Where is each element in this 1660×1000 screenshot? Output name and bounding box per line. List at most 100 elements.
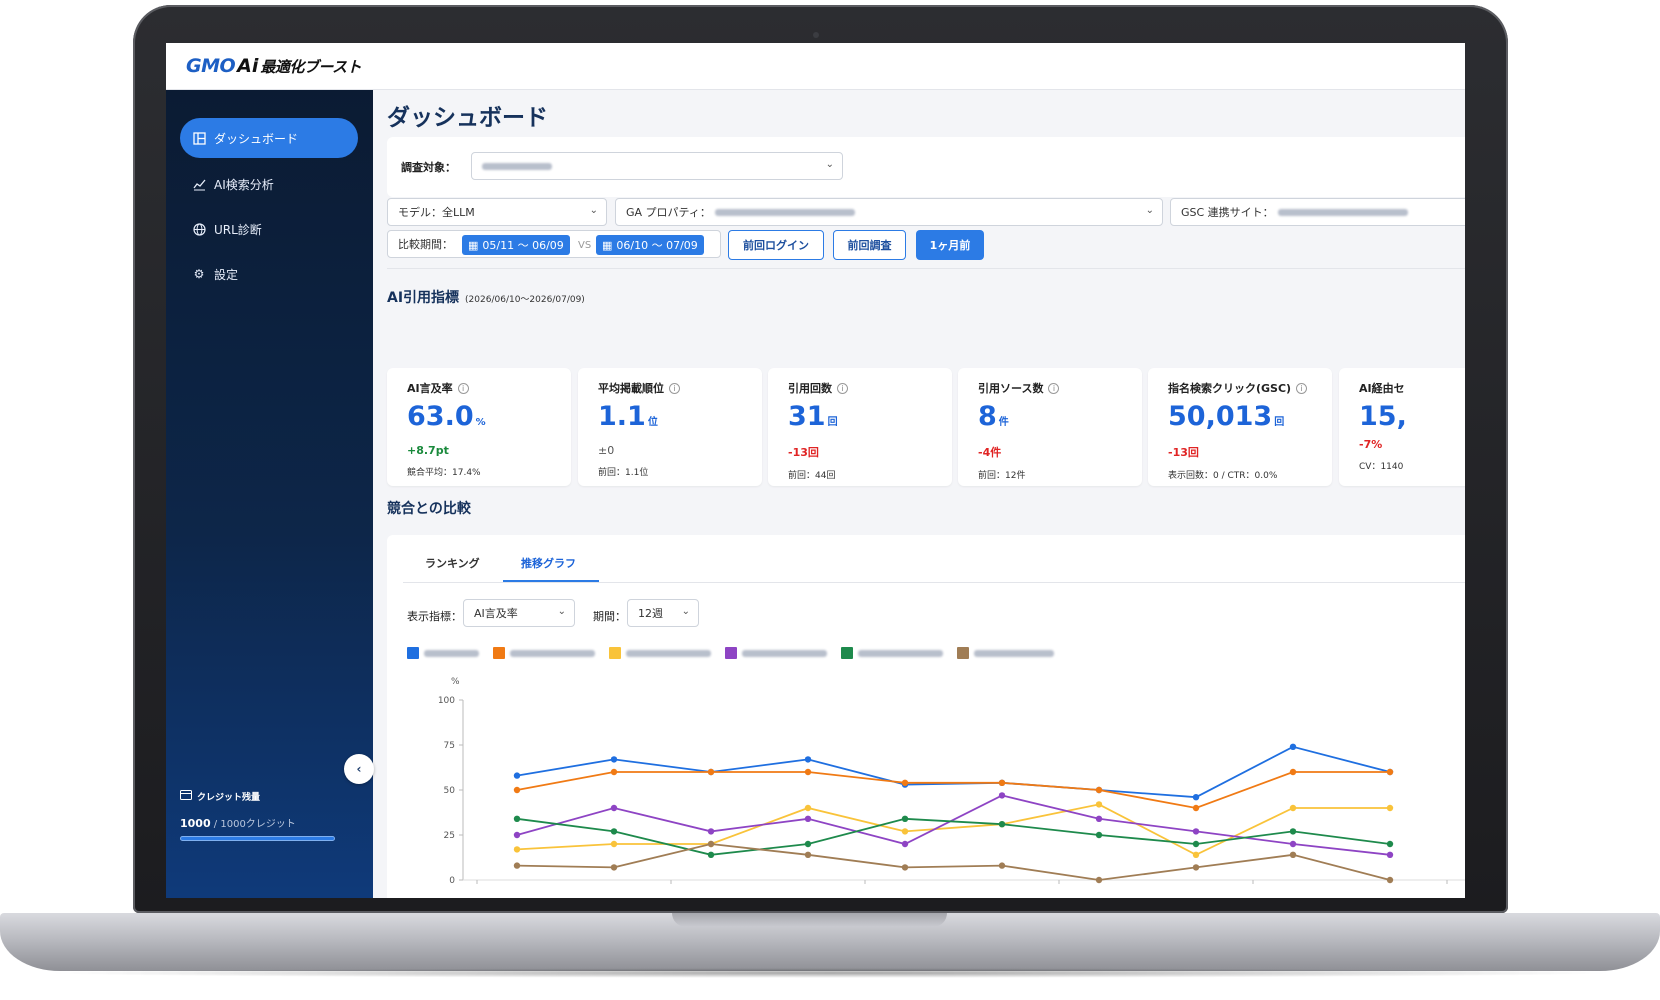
metric-card-avg-rank: 平均掲載順位 i 1.1 位 ±0 前回：1.1位 bbox=[578, 368, 762, 486]
data-point bbox=[610, 768, 618, 776]
sidebar-item-dashboard[interactable]: ダッシュボード bbox=[180, 118, 358, 158]
one-month-ago-button[interactable]: 1ヶ月前 bbox=[916, 230, 984, 260]
y-axis-unit: % bbox=[451, 677, 460, 687]
data-point bbox=[901, 840, 909, 848]
data-point bbox=[707, 768, 715, 776]
target-filter-panel: 調査対象： ⌄ bbox=[387, 137, 1465, 197]
vs-label: VS bbox=[578, 240, 592, 251]
legend-item[interactable] bbox=[407, 647, 479, 659]
chevron-down-icon: ⌄ bbox=[557, 606, 566, 617]
globe-icon bbox=[192, 222, 206, 236]
target-label: 調査対象： bbox=[401, 161, 456, 174]
ga-property-select[interactable]: GA プロパティ： ⌄ bbox=[615, 198, 1163, 226]
legend-item[interactable] bbox=[609, 647, 711, 659]
date-range-a[interactable]: ▦ 05/11 〜 06/09 bbox=[462, 235, 570, 255]
data-point bbox=[610, 840, 618, 848]
date-range-b[interactable]: ▦ 06/10 〜 07/09 bbox=[596, 235, 704, 255]
data-point bbox=[1386, 851, 1394, 858]
data-point bbox=[804, 851, 812, 858]
gsc-site-select[interactable]: GSC 連携サイト： bbox=[1170, 198, 1465, 226]
period-select[interactable]: 12週 ⌄ bbox=[627, 599, 699, 627]
sidebar-item-ai-search[interactable]: AI検索分析 bbox=[180, 164, 358, 204]
legend-item[interactable] bbox=[957, 647, 1054, 659]
page-title: ダッシュボード bbox=[387, 105, 548, 131]
tab-ranking[interactable]: ランキング bbox=[425, 555, 480, 571]
gear-icon: ⚙ bbox=[193, 267, 205, 281]
data-point bbox=[1386, 768, 1394, 776]
data-point bbox=[804, 840, 812, 848]
data-point bbox=[513, 772, 521, 779]
legend-item[interactable] bbox=[725, 647, 827, 659]
data-point bbox=[1095, 815, 1103, 822]
calendar-icon: ▦ bbox=[468, 238, 479, 252]
last-survey-button[interactable]: 前回調査 bbox=[833, 230, 906, 260]
data-point bbox=[901, 779, 909, 786]
sidebar-collapse-button[interactable]: ‹ bbox=[344, 754, 374, 784]
screen: GMO Ai 最適化ブースト ダッシュボード AI検索分析 URL診断 ⚙ 設定… bbox=[166, 43, 1465, 898]
info-icon[interactable]: i bbox=[457, 382, 469, 394]
logo-gmo: GMO bbox=[186, 55, 236, 77]
app-logo[interactable]: GMO Ai 最適化ブースト bbox=[186, 55, 362, 77]
info-icon[interactable]: i bbox=[837, 382, 848, 394]
y-tick-label: 50 bbox=[444, 786, 456, 796]
data-point bbox=[1192, 804, 1200, 812]
sidebar-item-url[interactable]: URL診断 bbox=[180, 209, 358, 249]
data-point bbox=[1289, 851, 1297, 858]
sidebar: ダッシュボード AI検索分析 URL診断 ⚙ 設定 クレジット残量 1000 /… bbox=[166, 90, 373, 898]
tab-divider bbox=[403, 582, 1465, 583]
blurred-value bbox=[482, 162, 552, 170]
tab-trend-graph[interactable]: 推移グラフ bbox=[521, 555, 576, 571]
data-point bbox=[707, 840, 715, 848]
compare-section-title: 競合との比較 bbox=[387, 501, 471, 517]
data-point bbox=[1289, 804, 1297, 812]
credit-value: 1000 / 1000クレジット bbox=[180, 817, 296, 830]
data-point bbox=[1192, 864, 1200, 871]
data-point bbox=[1095, 831, 1103, 839]
data-point bbox=[998, 779, 1006, 786]
chart-icon bbox=[192, 177, 206, 191]
metrics-section-title: AI引用指標 (2026/06/10〜2026/07/09) bbox=[387, 290, 585, 306]
info-icon[interactable]: i bbox=[1048, 382, 1060, 394]
target-select[interactable]: ⌄ bbox=[471, 152, 843, 180]
calendar-icon: ▦ bbox=[602, 238, 613, 252]
info-icon[interactable]: i bbox=[669, 382, 680, 394]
laptop-base-notch bbox=[672, 913, 947, 927]
data-point bbox=[1289, 840, 1297, 848]
sidebar-item-settings[interactable]: ⚙ 設定 bbox=[180, 254, 358, 294]
data-point bbox=[1192, 851, 1200, 858]
sidebar-item-label: ダッシュボード bbox=[214, 131, 299, 146]
series-line bbox=[516, 771, 1390, 809]
legend-item[interactable] bbox=[841, 647, 943, 659]
series-line bbox=[516, 843, 1391, 881]
data-point bbox=[804, 804, 812, 812]
y-tick-label: 25 bbox=[444, 831, 455, 841]
metric-card-citations: 引用回数 i 31 回 -13回 前回：44回 bbox=[768, 368, 952, 486]
data-point bbox=[998, 862, 1006, 869]
data-point bbox=[804, 756, 812, 763]
sidebar-item-label: 設定 bbox=[214, 267, 239, 282]
compare-chart-panel: ランキング 推移グラフ 表示指標： AI言及率 ⌄ 期間： 12週 ⌄ % 0 … bbox=[387, 535, 1465, 898]
series-line bbox=[516, 803, 1390, 856]
last-login-button[interactable]: 前回ログイン bbox=[728, 230, 824, 260]
data-point bbox=[513, 862, 521, 869]
data-point bbox=[610, 828, 618, 835]
metric-select[interactable]: AI言及率 ⌄ bbox=[463, 599, 575, 627]
model-select[interactable]: モデル：全LLM ⌄ bbox=[387, 198, 607, 226]
chevron-down-icon: ⌄ bbox=[1145, 205, 1154, 216]
credit-progress-bar bbox=[180, 836, 335, 841]
data-point bbox=[1192, 794, 1200, 801]
data-point bbox=[1192, 840, 1200, 848]
data-point bbox=[610, 864, 618, 871]
data-point bbox=[901, 815, 909, 822]
metric-card-ai-sessions: AI経由セ 15, -7% CV：1140 bbox=[1339, 368, 1465, 486]
sidebar-item-label: URL診断 bbox=[214, 222, 262, 237]
y-tick-label: 75 bbox=[444, 741, 455, 751]
data-point bbox=[1289, 743, 1297, 750]
legend-item[interactable] bbox=[493, 647, 595, 659]
card-icon bbox=[180, 790, 192, 803]
data-point bbox=[1095, 786, 1103, 794]
data-point bbox=[1095, 876, 1103, 884]
dashboard-icon bbox=[192, 131, 206, 145]
data-point bbox=[998, 792, 1006, 799]
info-icon[interactable]: i bbox=[1296, 382, 1308, 394]
